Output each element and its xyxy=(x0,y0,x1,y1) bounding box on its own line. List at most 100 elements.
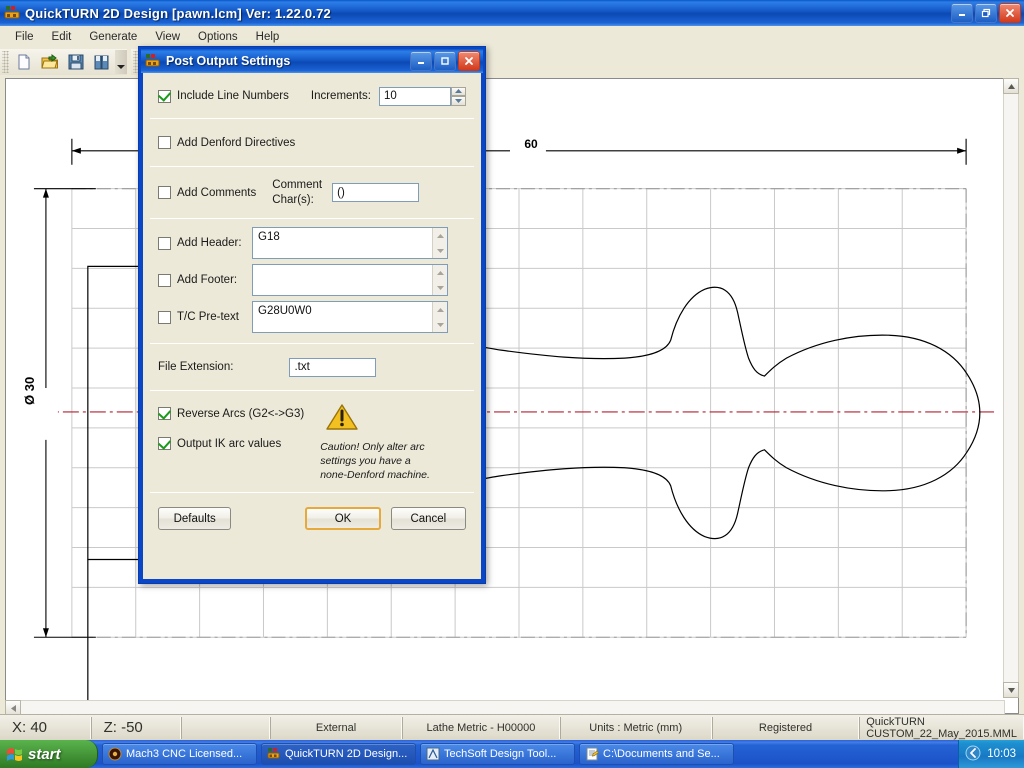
ok-button[interactable]: OK xyxy=(305,507,381,530)
menu-item-view[interactable]: View xyxy=(146,28,189,46)
scroll-down-icon[interactable] xyxy=(433,243,447,258)
taskbar-item-label: TechSoft Design Tool... xyxy=(444,748,557,760)
tc-pretext-value[interactable]: G28U0W0 xyxy=(253,302,432,332)
open-folder-icon[interactable] xyxy=(37,50,63,74)
save-as-disk-icon[interactable] xyxy=(89,50,115,74)
menu-item-file[interactable]: File xyxy=(6,28,43,46)
add-denford-directives-checkbox[interactable]: Add Denford Directives xyxy=(158,136,295,149)
checkbox-box[interactable] xyxy=(158,407,171,420)
dialog-maximize-button[interactable] xyxy=(434,51,456,71)
add-header-memo[interactable]: G18 xyxy=(252,227,448,259)
checkbox-box[interactable] xyxy=(158,89,171,103)
add-footer-memo[interactable] xyxy=(252,264,448,296)
close-button[interactable] xyxy=(999,3,1021,23)
comment-chars-label: Comment Char(s): xyxy=(272,179,323,206)
dialog-body: Include Line Numbers Increments: 10 Add … xyxy=(143,73,481,579)
add-header-row: Add Header: G18 xyxy=(158,227,466,259)
comments-row: Add Comments Comment Char(s): () xyxy=(144,167,480,218)
dialog-close-button[interactable] xyxy=(458,51,480,71)
scroll-up-icon[interactable] xyxy=(433,228,447,243)
status-z-position: Z: -50 xyxy=(90,716,182,739)
window-controls xyxy=(951,3,1024,23)
add-header-checkbox[interactable]: Add Header: xyxy=(158,236,252,250)
taskbar-item-documents[interactable]: C:\Documents and Se... xyxy=(579,743,734,765)
vertical-dimension-label: Ø 30 xyxy=(22,376,37,405)
scroll-up-icon[interactable] xyxy=(433,302,447,317)
taskbar-item-mach3[interactable]: Mach3 CNC Licensed... xyxy=(102,743,257,765)
chevron-left-icon[interactable] xyxy=(965,745,981,764)
add-comments-label: Add Comments xyxy=(177,186,257,199)
checkbox-box[interactable] xyxy=(158,437,171,450)
checkbox-box[interactable] xyxy=(158,186,171,199)
dialog-window-controls xyxy=(410,51,483,71)
status-mode: External xyxy=(269,716,403,739)
tc-pretext-memo[interactable]: G28U0W0 xyxy=(252,301,448,333)
scroll-down-icon[interactable] xyxy=(433,317,447,332)
caution-block: Caution! Only alter arc settings you hav… xyxy=(320,403,440,486)
status-blank xyxy=(181,716,270,739)
taskbar-item-quickturn[interactable]: QuickTURN 2D Design... xyxy=(261,743,416,765)
menu-item-generate[interactable]: Generate xyxy=(80,28,146,46)
scroll-up-icon[interactable] xyxy=(433,265,447,280)
include-line-numbers-label: Include Line Numbers xyxy=(177,90,289,102)
menu-item-edit[interactable]: Edit xyxy=(43,28,81,46)
toolbar-grip-icon[interactable] xyxy=(2,51,9,73)
folder-icon xyxy=(585,747,600,761)
file-extension-input[interactable]: .txt xyxy=(289,357,377,377)
toolbar-overflow-button[interactable] xyxy=(115,50,127,74)
minimize-button[interactable] xyxy=(951,3,973,23)
increments-input[interactable]: 10 xyxy=(378,86,451,106)
post-output-settings-dialog: Post Output Settings Include Line Number… xyxy=(138,46,486,584)
save-disk-icon[interactable] xyxy=(63,50,89,74)
add-footer-checkbox[interactable]: Add Footer: xyxy=(158,273,252,287)
status-bar: X: 40 Z: -50 External Lathe Metric - H00… xyxy=(0,714,1024,740)
tc-pretext-scrollbar[interactable] xyxy=(432,302,447,332)
defaults-button[interactable]: Defaults xyxy=(158,507,232,530)
checkbox-box[interactable] xyxy=(158,136,171,149)
scroll-up-icon[interactable] xyxy=(1003,78,1019,94)
app-icon xyxy=(4,5,20,21)
horizontal-dimension-label: 60 xyxy=(524,137,538,151)
windows-flag-icon xyxy=(6,746,23,763)
vertical-scrollbar[interactable] xyxy=(1003,78,1019,698)
taskbar-item-techsoft[interactable]: TechSoft Design Tool... xyxy=(420,743,575,765)
reverse-arcs-checkbox[interactable]: Reverse Arcs (G2<->G3) xyxy=(158,407,304,420)
scroll-down-icon[interactable] xyxy=(433,280,447,295)
increments-up-icon[interactable] xyxy=(451,86,466,96)
taskbar-item-label: Mach3 CNC Licensed... xyxy=(126,748,243,760)
taskbar: start Mach3 CNC Licensed... QuickTURN 2D… xyxy=(0,740,1024,768)
line-numbers-row: Include Line Numbers Increments: 10 xyxy=(144,74,480,118)
menu-item-help[interactable]: Help xyxy=(247,28,289,46)
window-title-bar: QuickTURN 2D Design [pawn.lcm] Ver: 1.22… xyxy=(0,0,1024,26)
start-button[interactable]: start xyxy=(0,740,98,768)
restore-button[interactable] xyxy=(975,3,997,23)
tray-clock[interactable]: 10:03 xyxy=(987,748,1016,760)
mach3-icon xyxy=(108,747,122,761)
scroll-down-icon[interactable] xyxy=(1003,682,1019,698)
output-ik-checkbox[interactable]: Output IK arc values xyxy=(158,437,304,450)
cancel-button[interactable]: Cancel xyxy=(390,507,467,530)
checkbox-box[interactable] xyxy=(158,236,171,250)
tc-pretext-checkbox[interactable]: T/C Pre-text xyxy=(158,310,252,324)
taskbar-item-label: C:\Documents and Se... xyxy=(603,748,720,760)
increments-stepper[interactable] xyxy=(451,86,466,106)
status-units: Units : Metric (mm) xyxy=(559,716,712,739)
checkbox-box[interactable] xyxy=(158,273,171,287)
add-comments-checkbox[interactable]: Add Comments xyxy=(158,186,256,199)
increments-down-icon[interactable] xyxy=(451,96,466,106)
add-footer-value[interactable] xyxy=(253,265,432,295)
include-line-numbers-checkbox[interactable]: Include Line Numbers xyxy=(158,89,289,103)
add-header-value[interactable]: G18 xyxy=(253,228,432,258)
new-document-icon[interactable] xyxy=(11,50,37,74)
menu-item-options[interactable]: Options xyxy=(189,28,247,46)
output-ik-label: Output IK arc values xyxy=(177,437,282,450)
status-post-processor: QuickTURN CUSTOM_22_May_2015.MML xyxy=(859,716,1024,740)
add-header-label: Add Header: xyxy=(177,237,242,249)
quickturn-icon xyxy=(267,747,281,761)
add-footer-scrollbar[interactable] xyxy=(432,265,447,295)
dialog-minimize-button[interactable] xyxy=(410,51,432,71)
add-header-scrollbar[interactable] xyxy=(432,228,447,258)
checkbox-box[interactable] xyxy=(158,310,171,324)
comment-chars-input[interactable]: () xyxy=(332,183,420,202)
menu-bar: File Edit Generate View Options Help xyxy=(0,26,1024,48)
